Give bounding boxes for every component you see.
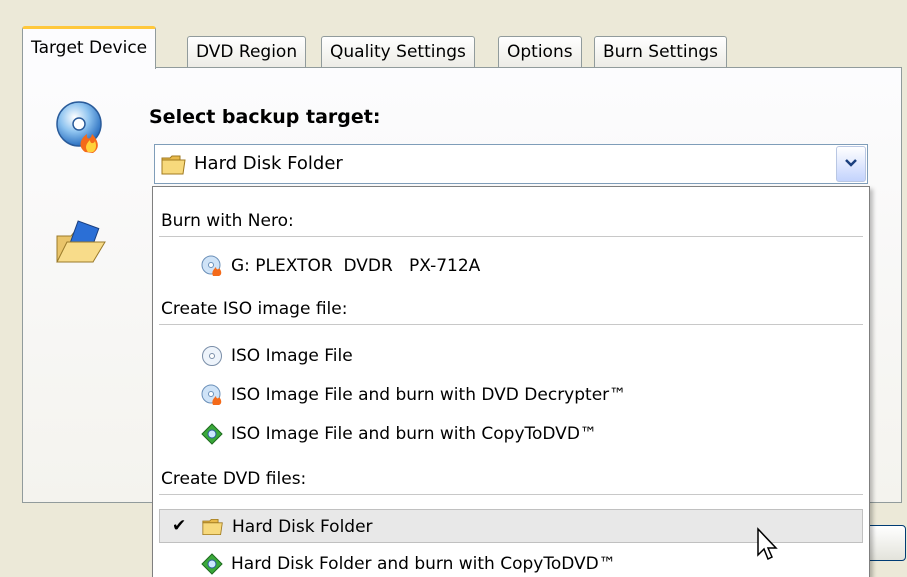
list-item-iso-copytodvd[interactable]: ISO Image File and burn with CopyToDVD™ bbox=[153, 417, 869, 451]
iso-disc-icon bbox=[202, 346, 222, 366]
tab-label: Burn Settings bbox=[603, 42, 719, 62]
item-label: Hard Disk Folder and burn with CopyToDVD… bbox=[231, 554, 616, 574]
tab-label: Quality Settings bbox=[330, 42, 466, 62]
dvd-decrypter-icon bbox=[201, 384, 222, 405]
list-item-plextor-drive[interactable]: G: PLEXTOR DVDR PX-712A bbox=[153, 249, 869, 283]
list-item-iso-file[interactable]: ISO Image File bbox=[153, 339, 869, 373]
checkmark-icon: ✔ bbox=[172, 516, 187, 536]
folder-icon bbox=[202, 518, 223, 536]
combo-selected-value: Hard Disk Folder bbox=[194, 153, 343, 174]
nero-disc-icon bbox=[201, 255, 222, 276]
item-label: ISO Image File bbox=[231, 346, 353, 366]
group-header-nero: Burn with Nero: bbox=[153, 211, 869, 237]
chevron-down-icon bbox=[845, 159, 857, 167]
combo-dropdown-button[interactable] bbox=[836, 146, 866, 182]
item-label: G: PLEXTOR DVDR PX-712A bbox=[231, 256, 481, 276]
tab-label: Target Device bbox=[31, 38, 148, 58]
item-label: ISO Image File and burn with CopyToDVD™ bbox=[231, 424, 597, 444]
select-target-heading: Select backup target: bbox=[149, 106, 381, 128]
item-label: ISO Image File and burn with DVD Decrypt… bbox=[231, 385, 627, 405]
folder-icon bbox=[161, 155, 186, 175]
tab-target-device[interactable]: Target Device bbox=[22, 26, 157, 69]
tab-dvd-region[interactable]: DVD Region bbox=[187, 36, 307, 68]
item-label: Hard Disk Folder bbox=[232, 517, 373, 537]
burning-disc-icon bbox=[56, 101, 102, 153]
copytodvd-icon bbox=[201, 553, 223, 575]
backup-target-combo[interactable]: Hard Disk Folder bbox=[154, 144, 868, 184]
group-header-iso: Create ISO image file: bbox=[153, 299, 869, 325]
tab-label: DVD Region bbox=[196, 42, 298, 62]
dialog-button[interactable] bbox=[866, 525, 906, 561]
copytodvd-icon bbox=[201, 423, 223, 445]
backup-target-dropdown: Burn with Nero: G: PLEXTOR DVDR PX-712A … bbox=[152, 186, 870, 577]
open-folder-icon bbox=[56, 220, 106, 263]
tab-burn-settings[interactable]: Burn Settings bbox=[594, 36, 728, 68]
group-header-dvd-files: Create DVD files: bbox=[153, 469, 869, 495]
tab-quality-settings[interactable]: Quality Settings bbox=[321, 36, 475, 68]
tab-options[interactable]: Options bbox=[498, 36, 582, 68]
mouse-cursor-icon bbox=[757, 527, 778, 561]
list-item-iso-dvd-decrypter[interactable]: ISO Image File and burn with DVD Decrypt… bbox=[153, 378, 869, 412]
tab-label: Options bbox=[507, 42, 573, 62]
